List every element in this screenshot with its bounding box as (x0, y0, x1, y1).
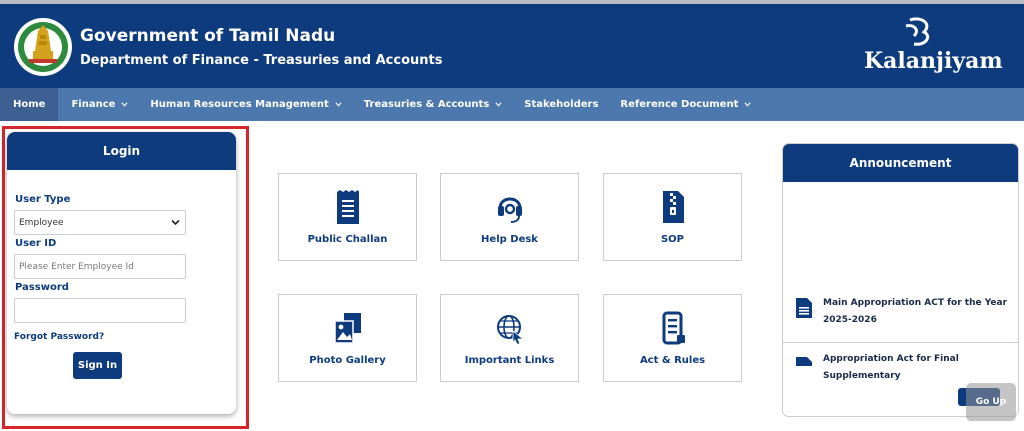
kalanjiyam-logo-icon (905, 17, 930, 46)
document-icon (796, 357, 812, 366)
document-icon (796, 298, 812, 318)
headset-icon (498, 197, 522, 223)
brand-name: Kalanjiyam (864, 48, 1003, 74)
receipt-icon (337, 190, 359, 224)
tile-public-challan[interactable]: Public Challan (278, 173, 417, 261)
go-up-button[interactable]: Go Up (966, 383, 1016, 421)
site-header: Government of Tamil Nadu Department of F… (0, 4, 1024, 88)
tile-help-desk[interactable]: Help Desk (440, 173, 579, 261)
forgot-password-link[interactable]: Forgot Password? (14, 332, 104, 342)
tile-sop[interactable]: SOP (603, 173, 742, 261)
nav-item-label: Treasuries & Accounts (363, 99, 490, 110)
nav-item-reference-document[interactable]: Reference Document (609, 88, 762, 121)
sign-in-button[interactable]: Sign In (73, 352, 122, 379)
header-title: Government of Tamil Nadu (80, 26, 336, 46)
user-type-value: Employee (19, 217, 64, 228)
user-type-label: User Type (15, 194, 71, 205)
nav-item-label: Home (13, 99, 46, 110)
main-nav: Home Finance Human Resources Management … (0, 88, 1024, 121)
chevron-down-icon (121, 102, 128, 107)
nav-item-label: Human Resources Management (150, 99, 329, 110)
tile-label: Photo Gallery (309, 355, 386, 366)
login-title: Login (7, 132, 236, 170)
user-id-label: User ID (15, 238, 57, 249)
tile-label: SOP (660, 234, 685, 245)
chevron-down-icon (495, 102, 502, 107)
password-input[interactable] (14, 298, 186, 323)
document-zip-icon (663, 191, 684, 223)
tamil-nadu-emblem-icon (14, 18, 72, 76)
tile-label: Public Challan (307, 234, 388, 245)
nav-item-label: Reference Document (620, 99, 739, 110)
announcement-divider (783, 342, 1018, 343)
nav-item-label: Stakeholders (524, 99, 599, 110)
nav-item-stakeholders[interactable]: Stakeholders (513, 88, 609, 121)
announcement-text: Appropriation Act for Final Supplementar… (823, 354, 959, 381)
chevron-down-icon (171, 219, 180, 226)
tile-photo-gallery[interactable]: Photo Gallery (278, 294, 417, 382)
user-type-select[interactable]: Employee (14, 210, 186, 235)
announcement-title: Announcement (783, 144, 1018, 182)
password-label: Password (15, 282, 69, 293)
tile-act-rules[interactable]: Act & Rules (603, 294, 742, 382)
user-id-input[interactable]: Please Enter Employee Id (14, 254, 186, 279)
chevron-down-icon (744, 102, 751, 107)
tile-important-links[interactable]: Important Links (440, 294, 579, 382)
chevron-down-icon (335, 102, 342, 107)
announcement-text: Main Appropriation ACT for the Year 2025… (823, 298, 1008, 325)
nav-item-human-resources[interactable]: Human Resources Management (139, 88, 352, 121)
nav-item-label: Finance (71, 99, 116, 110)
announcement-card: Announcement Main Appropriation ACT for … (782, 143, 1019, 417)
nav-item-finance[interactable]: Finance (60, 88, 139, 121)
checklist-icon (662, 311, 685, 345)
login-card: Login User Type Employee User ID Please … (7, 132, 236, 414)
tile-label: Act & Rules (639, 355, 706, 366)
header-subtitle: Department of Finance - Treasuries and A… (80, 53, 443, 68)
tile-label: Important Links (464, 355, 555, 366)
nav-item-treasuries-accounts[interactable]: Treasuries & Accounts (353, 88, 513, 121)
globe-cursor-icon (497, 315, 525, 345)
tile-label: Help Desk (481, 234, 538, 245)
photo-gallery-icon (334, 313, 361, 344)
nav-item-home[interactable]: Home (0, 88, 59, 121)
